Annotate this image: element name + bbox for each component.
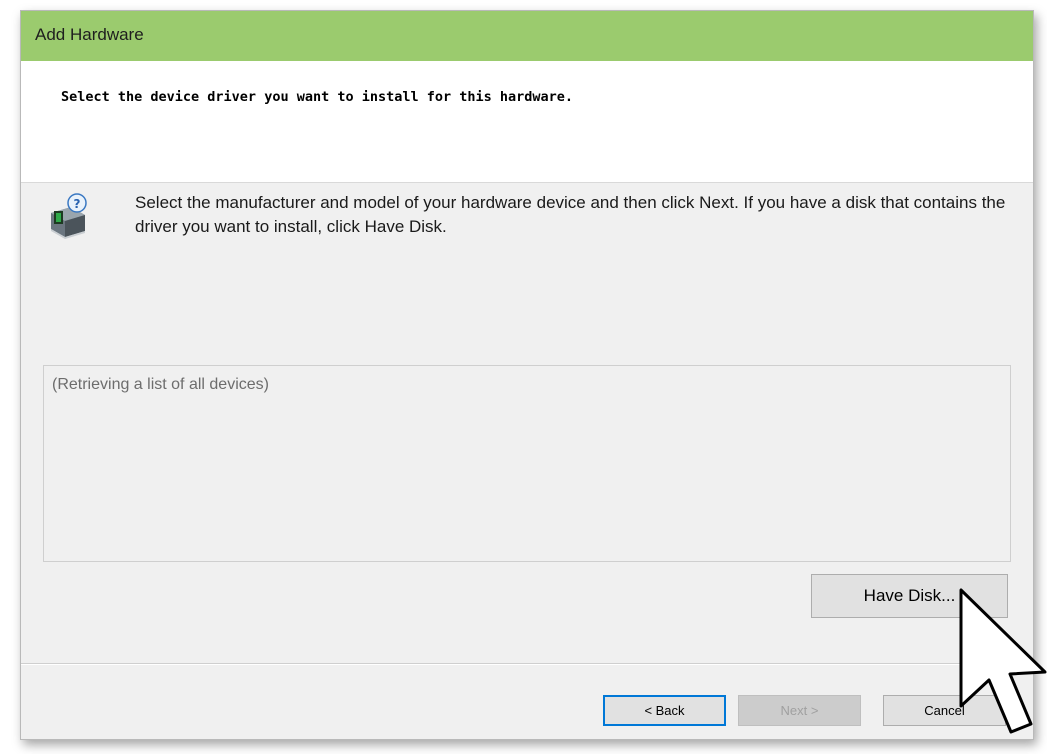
hardware-help-icon: ? xyxy=(51,193,87,239)
header-panel: Select the device driver you want to ins… xyxy=(21,61,1033,183)
title-bar[interactable]: Add Hardware xyxy=(21,11,1033,61)
mouse-pointer-icon xyxy=(959,588,1047,734)
add-hardware-dialog: Add Hardware Select the device driver yo… xyxy=(20,10,1034,740)
device-list[interactable]: (Retrieving a list of all devices) xyxy=(43,365,1011,562)
back-button[interactable]: < Back xyxy=(603,695,726,726)
device-list-status: (Retrieving a list of all devices) xyxy=(52,376,269,393)
footer-separator xyxy=(21,663,1033,665)
window-title: Add Hardware xyxy=(35,25,144,44)
svg-text:?: ? xyxy=(74,197,81,211)
instruction-text: Select the manufacturer and model of you… xyxy=(135,193,1006,236)
next-button[interactable]: Next > xyxy=(738,695,861,726)
page-heading: Select the device driver you want to ins… xyxy=(61,89,574,105)
